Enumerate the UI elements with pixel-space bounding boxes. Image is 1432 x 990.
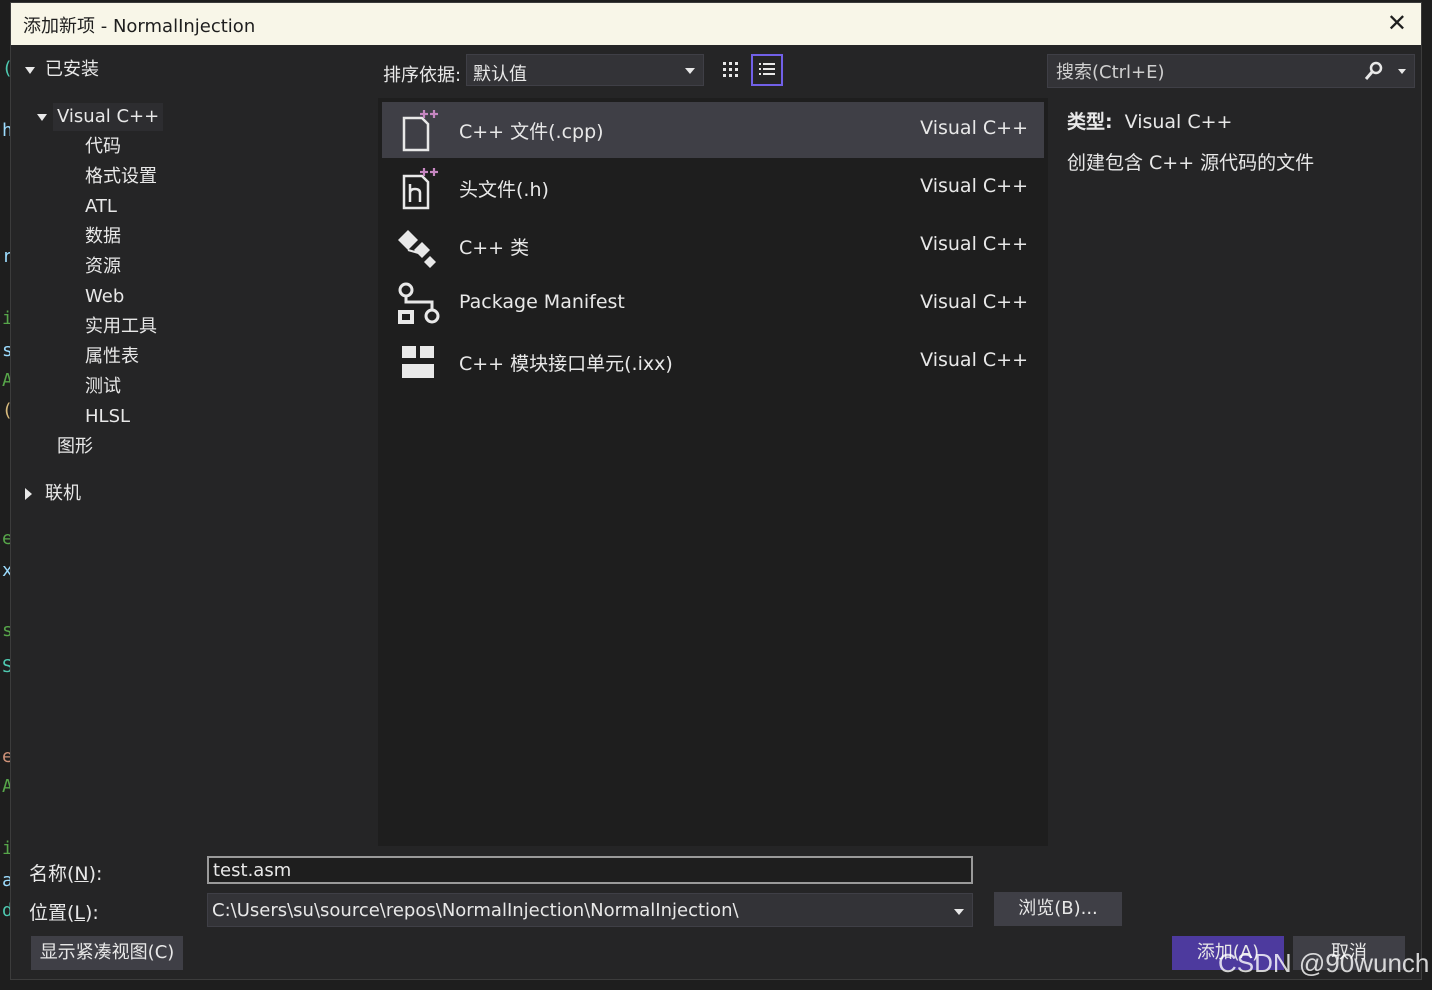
expand-arrow-icon[interactable] xyxy=(25,67,35,74)
template-language: Visual C++ xyxy=(920,349,1028,371)
chevron-down-icon[interactable] xyxy=(954,909,964,915)
browse-button[interactable]: 浏览(B)... xyxy=(994,892,1122,926)
tree-node-graphics[interactable]: 图形 xyxy=(57,433,93,461)
tree-child-item[interactable]: 格式设置 xyxy=(85,163,157,191)
tree-child-item[interactable]: 属性表 xyxy=(85,343,139,371)
tree-child-item[interactable]: 资源 xyxy=(85,253,121,281)
grid-view-icon xyxy=(723,62,738,77)
type-value: Visual C++ xyxy=(1124,111,1233,133)
list-view-button[interactable] xyxy=(751,54,783,86)
watermark: CSDN @90wunch xyxy=(1218,948,1430,978)
tree-label: 资源 xyxy=(85,256,121,277)
tree-label: 代码 xyxy=(85,136,121,157)
sort-value: 默认值 xyxy=(473,64,527,85)
list-item[interactable]: C++ 文件(.cpp) Visual C++ xyxy=(382,102,1044,158)
list-item[interactable]: 头文件(.h) Visual C++ xyxy=(382,160,1044,216)
template-name: 头文件(.h) xyxy=(459,179,549,201)
chevron-down-icon[interactable] xyxy=(1398,69,1406,74)
tree-label: 实用工具 xyxy=(85,316,157,337)
name-input[interactable] xyxy=(207,856,973,884)
package-manifest-icon xyxy=(398,282,440,324)
location-combobox[interactable]: C:\Users\su\source\repos\NormalInjection… xyxy=(207,893,973,927)
details-panel: 类型: Visual C++ 创建包含 C++ 源代码的文件 xyxy=(1067,107,1407,175)
type-row: 类型: Visual C++ xyxy=(1067,107,1407,134)
header-file-icon xyxy=(402,168,438,210)
search-box[interactable] xyxy=(1047,54,1415,88)
dialog-title: 添加新项 - NormalInjection xyxy=(23,16,256,37)
tree-child-item[interactable]: 数据 xyxy=(85,223,121,251)
tree-label: ATL xyxy=(85,196,117,217)
sort-dropdown[interactable]: 默认值 xyxy=(466,54,704,86)
tree-label: 格式设置 xyxy=(85,166,157,187)
template-language: Visual C++ xyxy=(920,233,1028,255)
tree-label: 联机 xyxy=(45,483,81,504)
expand-arrow-icon[interactable] xyxy=(37,114,47,121)
list-item[interactable]: Package Manifest Visual C++ xyxy=(382,276,1044,332)
cpp-class-icon xyxy=(398,230,436,268)
tree-child-item[interactable]: 测试 xyxy=(85,373,121,401)
tree-label: HLSL xyxy=(85,406,131,427)
compact-view-button[interactable]: 显示紧凑视图(C) xyxy=(31,936,183,970)
module-interface-icon xyxy=(402,346,434,378)
search-icon[interactable] xyxy=(1364,61,1384,81)
grid-view-button[interactable] xyxy=(715,54,747,86)
tree-label: 数据 xyxy=(85,226,121,247)
tree-child-item[interactable]: ATL xyxy=(85,193,117,221)
tree-child-item[interactable]: Web xyxy=(85,283,124,311)
expand-arrow-icon[interactable] xyxy=(25,488,32,500)
location-value: C:\Users\su\source\repos\NormalInjection… xyxy=(212,900,739,921)
add-new-item-dialog: 添加新项 - NormalInjection ✕ 已安装 Visual C++ … xyxy=(10,2,1422,980)
list-item[interactable]: C++ 类 Visual C++ xyxy=(382,218,1044,274)
template-name: Package Manifest xyxy=(459,291,625,313)
sort-label: 排序依据: xyxy=(383,65,462,86)
tree-child-item[interactable]: 实用工具 xyxy=(85,313,157,341)
list-view-icon xyxy=(759,63,775,75)
tree-label: 图形 xyxy=(57,436,93,457)
dialog-title-bar: 添加新项 - NormalInjection ✕ xyxy=(11,3,1421,45)
template-language: Visual C++ xyxy=(920,117,1028,139)
template-list: C++ 文件(.cpp) Visual C++ 头文件(.h) Visual C… xyxy=(378,98,1048,846)
template-name: C++ 文件(.cpp) xyxy=(459,121,604,143)
template-name: C++ 类 xyxy=(459,237,530,259)
template-language: Visual C++ xyxy=(920,175,1028,197)
template-name: C++ 模块接口单元(.ixx) xyxy=(459,353,673,375)
tree-label: 测试 xyxy=(85,376,121,397)
name-label: 名称(N): xyxy=(29,863,103,885)
tree-label: Visual C++ xyxy=(53,103,164,131)
list-item[interactable]: C++ 模块接口单元(.ixx) Visual C++ xyxy=(382,334,1044,390)
tree-child-item[interactable]: 代码 xyxy=(85,133,121,161)
template-description: 创建包含 C++ 源代码的文件 xyxy=(1067,152,1315,174)
cpp-file-icon xyxy=(402,110,438,152)
search-input[interactable] xyxy=(1054,58,1358,86)
tree-label: Web xyxy=(85,286,125,307)
tree-label: 属性表 xyxy=(85,346,139,367)
type-label: 类型: xyxy=(1067,111,1113,133)
template-language: Visual C++ xyxy=(920,291,1028,313)
close-icon[interactable]: ✕ xyxy=(1387,9,1407,37)
tree-child-item[interactable]: HLSL xyxy=(85,403,130,431)
location-label: 位置(L): xyxy=(29,902,99,924)
chevron-down-icon xyxy=(685,68,695,74)
tree-label: 已安装 xyxy=(45,59,99,80)
